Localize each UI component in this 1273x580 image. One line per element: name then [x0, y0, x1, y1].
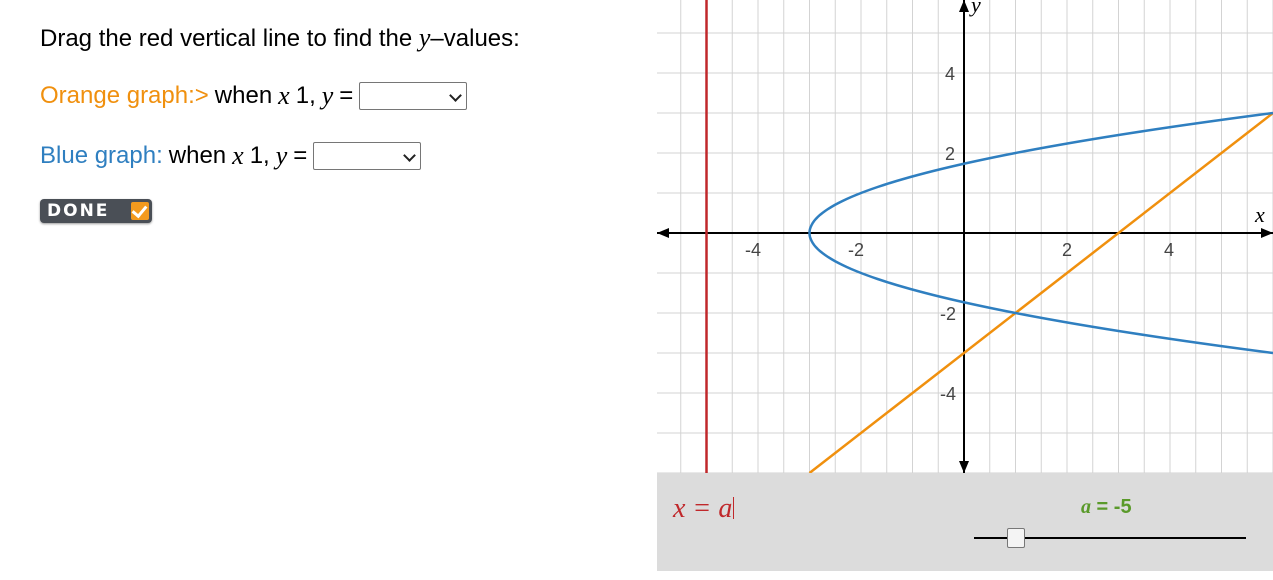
- y-axis-up-arrow: [959, 0, 969, 12]
- x-tick-label: -2: [848, 240, 864, 260]
- x-axis-label: x: [1254, 202, 1265, 227]
- equals-sign: =: [293, 142, 308, 169]
- x-tick-label: -4: [745, 240, 761, 260]
- slider-handle[interactable]: [1007, 528, 1025, 548]
- x-tick-label: 2: [1062, 240, 1072, 260]
- instruction-pre: Drag the red vertical line to find the: [40, 25, 419, 52]
- control-panel: x = a a = -5: [657, 473, 1273, 571]
- text-cursor: [733, 497, 735, 519]
- slider-value-text: = -5: [1091, 496, 1132, 518]
- y-axis-down-arrow: [959, 461, 969, 473]
- y-var: y: [275, 141, 288, 170]
- x-axis-right-arrow: [1261, 228, 1273, 238]
- y-tick-label: -2: [940, 304, 956, 324]
- graph-area: x y -4 -2 2 4 4 2 -2 -4: [657, 0, 1273, 473]
- blue-graph-label: Blue graph:: [40, 142, 163, 169]
- y-tick-label: 2: [945, 144, 955, 164]
- x-tick-label: 4: [1164, 240, 1174, 260]
- equation-text: x = a: [673, 493, 733, 524]
- y-tick-label: -4: [940, 384, 956, 404]
- orange-y-dropdown[interactable]: [359, 82, 468, 110]
- slider-var: a: [1081, 496, 1091, 518]
- y-var: y: [321, 81, 334, 110]
- question-panel: Drag the red vertical line to find the y…: [0, 0, 650, 580]
- chevron-down-icon: [449, 89, 463, 102]
- x-axis-left-arrow: [657, 228, 669, 238]
- slider-value-label: a = -5: [1081, 496, 1132, 519]
- instruction-text: Drag the red vertical line to find the y…: [40, 24, 520, 53]
- done-button-label: DONE: [47, 201, 110, 221]
- instruction-post: –values:: [430, 25, 520, 52]
- y-axis-label: y: [969, 0, 981, 17]
- orange-graph-label: Orange graph:>: [40, 82, 209, 109]
- x-var: x: [278, 81, 290, 110]
- blue-question-row: Blue graph: when x 1, y =: [40, 141, 422, 170]
- equation-input[interactable]: x = a: [673, 493, 735, 525]
- orange-question-row: Orange graph:> when x 1, y =: [40, 81, 468, 110]
- graph-canvas: x y -4 -2 2 4 4 2 -2 -4: [657, 0, 1273, 473]
- axes: x y: [657, 0, 1273, 473]
- when-text: when: [214, 82, 273, 109]
- y-tick-label: 4: [945, 64, 955, 84]
- chevron-down-icon: [403, 149, 417, 162]
- instruction-y-var: y: [418, 23, 431, 52]
- done-button[interactable]: DONE: [40, 199, 152, 223]
- x-value: 1,: [295, 82, 316, 109]
- blue-y-dropdown[interactable]: [313, 142, 422, 170]
- checkmark-icon: [131, 202, 149, 220]
- when-text: when: [168, 142, 227, 169]
- x-value: 1,: [249, 142, 270, 169]
- x-var: x: [232, 141, 244, 170]
- equals-sign: =: [339, 82, 354, 109]
